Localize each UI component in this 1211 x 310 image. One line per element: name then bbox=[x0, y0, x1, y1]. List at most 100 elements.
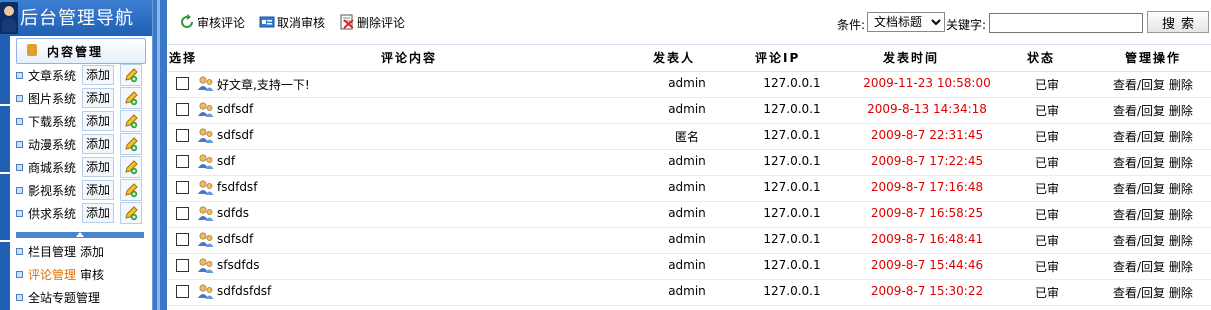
comment-author: admin bbox=[668, 154, 706, 168]
row-actions: 查看/回复 删除 bbox=[1113, 128, 1193, 145]
system-name[interactable]: 影视系统 bbox=[28, 182, 76, 199]
row-checkbox[interactable] bbox=[176, 285, 189, 298]
user-icon bbox=[198, 206, 214, 221]
card-icon bbox=[259, 16, 275, 28]
lower-menu-action[interactable]: 审核 bbox=[80, 266, 104, 283]
comment-status: 已审 bbox=[1034, 130, 1059, 144]
row-actions: 查看/回复 删除 bbox=[1113, 154, 1193, 171]
view-reply-link[interactable]: 查看/回复 bbox=[1113, 130, 1165, 144]
comment-time: 2009-8-7 17:22:45 bbox=[870, 154, 984, 168]
user-icon bbox=[198, 102, 214, 117]
view-reply-link[interactable]: 查看/回复 bbox=[1113, 78, 1165, 92]
collapse-divider[interactable] bbox=[16, 232, 144, 238]
user-icon bbox=[198, 128, 214, 143]
delete-link[interactable]: 删除 bbox=[1169, 156, 1193, 170]
row-checkbox[interactable] bbox=[176, 233, 189, 246]
system-name[interactable]: 供求系统 bbox=[28, 205, 76, 222]
comment-content: sdfds bbox=[217, 206, 249, 220]
delete-link[interactable]: 删除 bbox=[1169, 104, 1193, 118]
delete-link[interactable]: 删除 bbox=[1169, 182, 1193, 196]
view-reply-link[interactable]: 查看/回复 bbox=[1113, 182, 1165, 196]
bullet-icon bbox=[16, 248, 23, 255]
view-reply-link[interactable]: 查看/回复 bbox=[1113, 260, 1165, 274]
comment-status: 已审 bbox=[1034, 286, 1059, 300]
comment-content: sdfsdf bbox=[217, 232, 254, 246]
system-name[interactable]: 动漫系统 bbox=[28, 136, 76, 153]
system-name[interactable]: 文章系统 bbox=[28, 67, 76, 84]
edit-pencil-icon[interactable] bbox=[120, 202, 142, 224]
user-icon bbox=[198, 284, 214, 299]
row-checkbox[interactable] bbox=[176, 103, 189, 116]
system-add-button[interactable]: 添加 bbox=[82, 65, 114, 85]
row-checkbox[interactable] bbox=[176, 129, 189, 142]
splitter-bar[interactable] bbox=[153, 0, 167, 310]
content-management-header[interactable]: 内容管理 bbox=[16, 38, 146, 64]
view-reply-link[interactable]: 查看/回复 bbox=[1113, 104, 1165, 118]
row-actions: 查看/回复 删除 bbox=[1113, 258, 1193, 275]
view-reply-link[interactable]: 查看/回复 bbox=[1113, 156, 1165, 170]
view-reply-link[interactable]: 查看/回复 bbox=[1113, 234, 1165, 248]
system-name[interactable]: 下载系统 bbox=[28, 113, 76, 130]
delete-link[interactable]: 删除 bbox=[1169, 260, 1193, 274]
comment-author: admin bbox=[668, 232, 706, 246]
lower-menu-link[interactable]: 栏目管理 bbox=[28, 243, 76, 260]
header-time: 发表时间 bbox=[883, 51, 940, 65]
system-add-button[interactable]: 添加 bbox=[82, 111, 114, 131]
lower-menu-link[interactable]: 评论管理 bbox=[28, 266, 76, 283]
comment-content: sdfsdf bbox=[217, 128, 254, 142]
content-management-label: 内容管理 bbox=[47, 45, 104, 59]
user-icon bbox=[198, 258, 214, 273]
delete-link[interactable]: 删除 bbox=[1169, 234, 1193, 248]
delete-link[interactable]: 删除 bbox=[1169, 78, 1193, 92]
comment-ip: 127.0.0.1 bbox=[763, 76, 821, 90]
approve-comments-label: 审核评论 bbox=[197, 16, 246, 30]
view-reply-link[interactable]: 查看/回复 bbox=[1113, 286, 1165, 300]
row-actions: 查看/回复 删除 bbox=[1113, 232, 1193, 249]
main-panel: 审核评论 取消审核 删除评论 条件: 文档标题 关键字: 搜索 选择 评论内容 … bbox=[153, 0, 1211, 310]
system-add-button[interactable]: 添加 bbox=[82, 203, 114, 223]
system-add-button[interactable]: 添加 bbox=[82, 134, 114, 154]
cancel-approval-label: 取消审核 bbox=[277, 16, 326, 30]
row-checkbox[interactable] bbox=[176, 77, 189, 90]
comment-content: sdf bbox=[217, 154, 236, 168]
comment-ip: 127.0.0.1 bbox=[763, 284, 821, 298]
system-name[interactable]: 图片系统 bbox=[28, 90, 76, 107]
row-actions: 查看/回复 删除 bbox=[1113, 284, 1193, 301]
delete-link[interactable]: 删除 bbox=[1169, 286, 1193, 300]
comment-ip: 127.0.0.1 bbox=[763, 102, 821, 116]
edit-pencil-icon[interactable] bbox=[120, 110, 142, 132]
keyword-label: 关键字: bbox=[946, 18, 987, 32]
bullet-icon bbox=[16, 141, 23, 148]
edit-pencil-icon[interactable] bbox=[120, 64, 142, 86]
condition-select[interactable]: 文档标题 bbox=[867, 12, 945, 32]
table-row: sfsdfds admin 127.0.0.1 2009-8-7 15:44:46 已审… bbox=[167, 253, 1211, 280]
comment-ip: 127.0.0.1 bbox=[763, 258, 821, 272]
lower-menu-action[interactable]: 添加 bbox=[80, 243, 104, 260]
system-add-button[interactable]: 添加 bbox=[82, 88, 114, 108]
system-add-button[interactable]: 添加 bbox=[82, 180, 114, 200]
row-actions: 查看/回复 删除 bbox=[1113, 102, 1193, 119]
header-content: 评论内容 bbox=[381, 51, 438, 65]
lower-menu-link[interactable]: 全站专题管理 bbox=[28, 289, 100, 306]
bullet-icon bbox=[16, 187, 23, 194]
view-reply-link[interactable]: 查看/回复 bbox=[1113, 208, 1165, 222]
edit-pencil-icon[interactable] bbox=[120, 133, 142, 155]
system-add-button[interactable]: 添加 bbox=[82, 157, 114, 177]
header-author: 发表人 bbox=[653, 51, 696, 65]
search-button[interactable]: 搜索 bbox=[1147, 11, 1209, 33]
row-checkbox[interactable] bbox=[176, 259, 189, 272]
row-checkbox[interactable] bbox=[176, 207, 189, 220]
delete-link[interactable]: 删除 bbox=[1169, 130, 1193, 144]
keyword-input[interactable] bbox=[989, 13, 1143, 33]
comment-ip: 127.0.0.1 bbox=[763, 180, 821, 194]
delete-link[interactable]: 删除 bbox=[1169, 208, 1193, 222]
comment-status: 已审 bbox=[1034, 78, 1059, 92]
edit-pencil-icon[interactable] bbox=[120, 87, 142, 109]
system-name[interactable]: 商城系统 bbox=[28, 159, 76, 176]
sidebar: 后台管理导航 内容管理 文章系统 添加 图片系统 添加 下载系统 添加 动漫系统 添加 商城系统… bbox=[0, 0, 153, 310]
edit-pencil-icon[interactable] bbox=[120, 156, 142, 178]
table-header: 选择 评论内容 发表人 评论IP 发表时间 状态 管理操作 bbox=[167, 44, 1211, 72]
row-checkbox[interactable] bbox=[176, 155, 189, 168]
edit-pencil-icon[interactable] bbox=[120, 179, 142, 201]
row-checkbox[interactable] bbox=[176, 181, 189, 194]
